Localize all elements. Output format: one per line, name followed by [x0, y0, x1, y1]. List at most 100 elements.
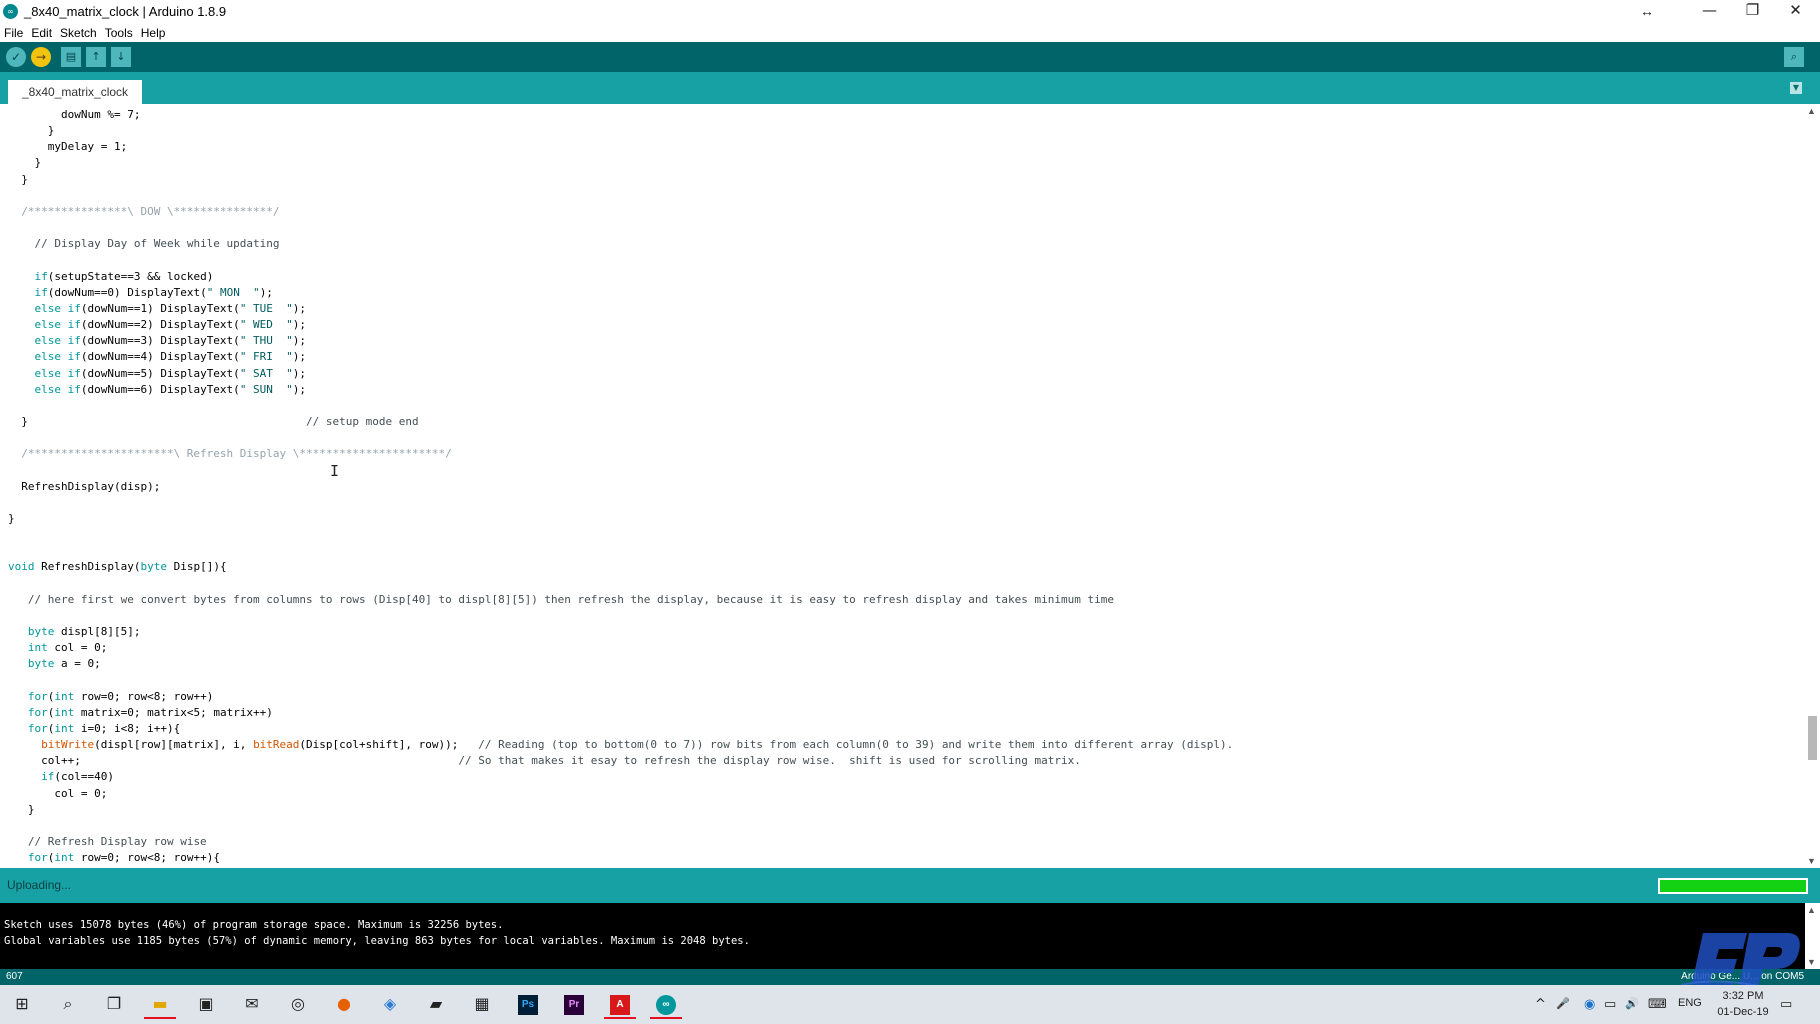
- code-token: );: [292, 382, 307, 396]
- code-token: (dowNum==1) DisplayText(: [80, 301, 240, 315]
- code-token: // Reading (top to bottom(0 to 7)) row b…: [478, 738, 1234, 752]
- upload-button[interactable]: →: [31, 47, 51, 67]
- code-token: col = 0;: [47, 641, 108, 655]
- code-token: void: [8, 560, 35, 574]
- code-line: if(col==40): [8, 769, 1805, 785]
- code-editor[interactable]: dowNum %= 7; } myDelay = 1; } } /*******…: [0, 104, 1805, 868]
- taskbar-document-app[interactable]: ▦: [466, 989, 498, 1019]
- code-token: else if: [34, 350, 81, 364]
- code-token: }: [8, 156, 42, 170]
- code-token: else if: [34, 382, 81, 396]
- taskbar-premiere[interactable]: Pr: [558, 989, 590, 1019]
- code-token: RefreshDisplay(: [34, 560, 141, 574]
- code-line: }: [8, 802, 1805, 818]
- start-button[interactable]: ⊞: [6, 989, 38, 1019]
- code-token: // setup mode end: [306, 414, 419, 428]
- microphone-icon[interactable]: 🎤: [1556, 997, 1570, 1010]
- code-token: else if: [34, 334, 81, 348]
- taskbar-mail[interactable]: ✉: [236, 989, 268, 1019]
- code-token: " THU ": [239, 334, 293, 348]
- network-icon[interactable]: ▭: [1604, 997, 1616, 1012]
- maximize-button[interactable]: ❐: [1731, 0, 1774, 22]
- code-text[interactable]: dowNum %= 7; } myDelay = 1; } } /*******…: [0, 104, 1805, 866]
- scroll-down-icon[interactable]: ▼: [1807, 856, 1816, 866]
- scroll-down-icon[interactable]: ▼: [1807, 957, 1816, 967]
- taskbar-photoshop[interactable]: Ps: [512, 989, 544, 1019]
- status-text: Uploading...: [7, 878, 72, 892]
- code-token: /**********************\ Refresh Display…: [8, 447, 452, 461]
- windows-icon: ⊞: [15, 994, 29, 1013]
- code-token: bitWrite: [41, 738, 95, 752]
- minimize-button[interactable]: —: [1688, 0, 1731, 22]
- folder-icon: ▬: [152, 994, 168, 1013]
- close-button[interactable]: ✕: [1774, 0, 1817, 22]
- code-line: else if(dowNum==4) DisplayText(" FRI ");: [8, 349, 1805, 365]
- code-token: else if: [34, 301, 81, 315]
- code-line: for(int row=0; row<8; row++): [8, 689, 1805, 705]
- save-sketch-button[interactable]: ↓: [111, 47, 131, 67]
- console-output[interactable]: Sketch uses 15078 bytes (46%) of program…: [0, 903, 1805, 969]
- code-token: byte: [140, 560, 167, 574]
- code-token: col++;: [8, 754, 459, 768]
- code-token: displ[8][5];: [54, 625, 141, 638]
- code-token: }: [8, 802, 35, 816]
- taskbar-media[interactable]: ◎: [282, 989, 314, 1019]
- code-token: if: [34, 269, 48, 283]
- tab-sketch[interactable]: _8x40_matrix_clock: [8, 80, 143, 104]
- code-line: dowNum %= 7;: [8, 107, 1805, 123]
- keyboard-icon[interactable]: ⌨: [1648, 997, 1667, 1012]
- taskbar-photos[interactable]: ◈: [374, 989, 406, 1019]
- code-token: // Refresh Display row wise: [27, 835, 207, 849]
- task-view-button[interactable]: ❐: [98, 989, 130, 1019]
- code-line: myDelay = 1;: [8, 139, 1805, 155]
- taskbar-store[interactable]: ▣: [190, 989, 222, 1019]
- status-bar: Uploading...: [0, 868, 1820, 903]
- scrollbar-thumb[interactable]: [1808, 716, 1817, 760]
- taskbar-file-explorer[interactable]: ▬: [144, 989, 176, 1019]
- menu-help[interactable]: Help: [137, 25, 170, 42]
- serial-monitor-button[interactable]: ⌕: [1784, 47, 1804, 67]
- taskbar-arduino[interactable]: ∞: [650, 989, 682, 1019]
- taskbar-firefox[interactable]: ●: [328, 989, 360, 1019]
- mail-icon: ✉: [245, 994, 259, 1013]
- menu-sketch[interactable]: Sketch: [56, 25, 101, 42]
- code-token: bitRead: [253, 738, 300, 752]
- code-line: byte a = 0;: [8, 656, 1805, 672]
- editor-scrollbar[interactable]: ▲ ▼: [1805, 104, 1820, 868]
- taskbar-search[interactable]: ⌕: [52, 989, 84, 1019]
- sync-icon[interactable]: ◉: [1584, 997, 1595, 1012]
- code-token: for: [27, 689, 48, 703]
- volume-icon[interactable]: 🔊: [1625, 997, 1639, 1010]
- tab-menu-button[interactable]: ▼: [1790, 82, 1802, 94]
- taskbar-sketch-app[interactable]: ▰: [420, 989, 452, 1019]
- open-sketch-button[interactable]: ↑: [86, 47, 106, 67]
- notification-icon[interactable]: ▭: [1780, 997, 1792, 1012]
- code-line: // Display Day of Week while updating: [8, 236, 1805, 252]
- taskbar-acrobat[interactable]: A: [604, 989, 636, 1019]
- show-hidden-icons-button[interactable]: ^: [1535, 997, 1546, 1012]
- code-token: (Disp[col+shift], row));: [299, 738, 479, 752]
- taskbar-clock[interactable]: 3:32 PM 01-Dec-19: [1698, 988, 1788, 1020]
- console-scrollbar[interactable]: ▲ ▼: [1805, 903, 1820, 969]
- code-line: if(setupState==3 && locked): [8, 269, 1805, 285]
- code-token: int: [54, 851, 75, 865]
- arduino-icon: ∞: [656, 994, 676, 1015]
- menu-file[interactable]: File: [0, 25, 27, 42]
- resize-cursor-icon: ↔: [1640, 3, 1654, 19]
- menu-edit[interactable]: Edit: [27, 25, 56, 42]
- new-sketch-button[interactable]: ▤: [61, 47, 81, 67]
- scroll-up-icon[interactable]: ▲: [1807, 905, 1816, 915]
- scroll-up-icon[interactable]: ▲: [1807, 106, 1816, 116]
- code-token: int: [54, 721, 75, 735]
- code-token: );: [292, 301, 307, 315]
- menu-tools[interactable]: Tools: [101, 25, 137, 42]
- code-token: );: [292, 350, 307, 364]
- verify-button[interactable]: ✓: [6, 47, 26, 67]
